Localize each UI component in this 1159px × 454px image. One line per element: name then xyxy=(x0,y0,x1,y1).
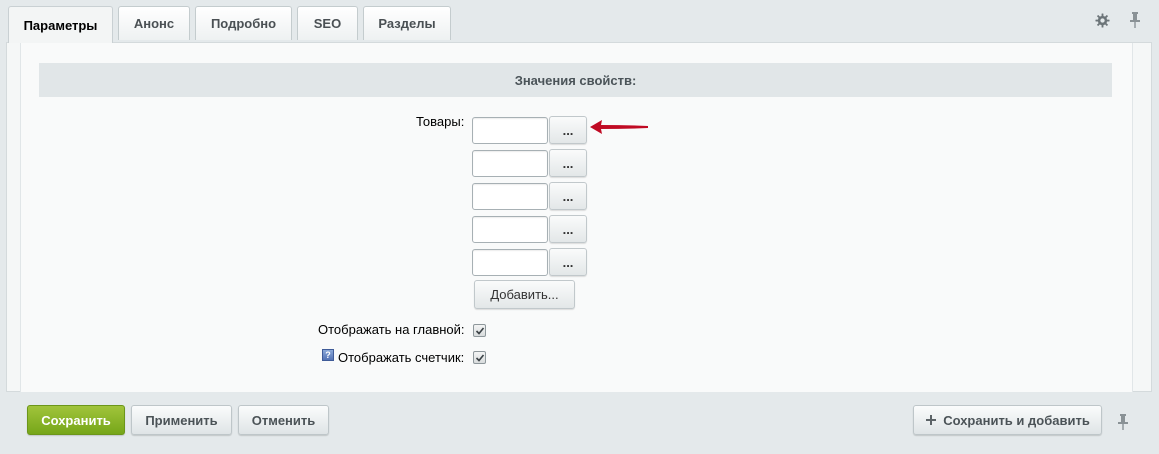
save-and-add-button[interactable]: Сохранить и добавить xyxy=(913,405,1102,435)
browse-button-2[interactable]: ... xyxy=(549,149,587,177)
gear-icon[interactable] xyxy=(1094,12,1110,28)
section-header: Значения свойств: xyxy=(39,63,1112,97)
show-on-main-label: Отображать на главной: xyxy=(318,322,465,337)
tab-details[interactable]: Подробно xyxy=(195,6,292,40)
save-and-add-label: Сохранить и добавить xyxy=(943,412,1090,428)
plus-icon xyxy=(925,414,937,426)
product-input-2[interactable] xyxy=(472,150,548,177)
pin-icon[interactable] xyxy=(1127,12,1143,28)
product-input-5[interactable] xyxy=(472,249,548,276)
save-button[interactable]: Сохранить xyxy=(27,405,125,435)
help-icon[interactable]: ? xyxy=(322,349,334,361)
add-product-button[interactable]: Добавить... xyxy=(474,280,575,309)
pin-icon[interactable] xyxy=(1115,414,1131,430)
product-input-1[interactable] xyxy=(472,117,548,144)
browse-button-3[interactable]: ... xyxy=(549,182,587,210)
browse-button-1[interactable]: ... xyxy=(549,116,587,144)
page: Параметры Анонс Подробно SEO Разделы Зна… xyxy=(0,0,1159,454)
tab-bar: Параметры Анонс Подробно SEO Разделы xyxy=(8,6,451,43)
product-input-3[interactable] xyxy=(472,183,548,210)
section-title: Значения свойств: xyxy=(514,72,637,88)
tab-parameters[interactable]: Параметры xyxy=(8,6,113,43)
tab-sections[interactable]: Разделы xyxy=(363,6,451,40)
cancel-button[interactable]: Отменить xyxy=(238,405,329,435)
tab-seo[interactable]: SEO xyxy=(297,6,358,40)
tab-announcement[interactable]: Анонс xyxy=(118,6,190,40)
products-label: Товары: xyxy=(416,114,465,129)
show-on-main-checkbox[interactable] xyxy=(473,324,486,337)
arrow-left-icon xyxy=(590,120,648,134)
product-input-4[interactable] xyxy=(472,216,548,243)
apply-button[interactable]: Применить xyxy=(131,405,232,435)
browse-button-5[interactable]: ... xyxy=(549,248,587,276)
show-counter-checkbox[interactable] xyxy=(473,351,486,364)
browse-button-4[interactable]: ... xyxy=(549,215,587,243)
show-counter-label: Отображать счетчик: xyxy=(338,350,465,365)
